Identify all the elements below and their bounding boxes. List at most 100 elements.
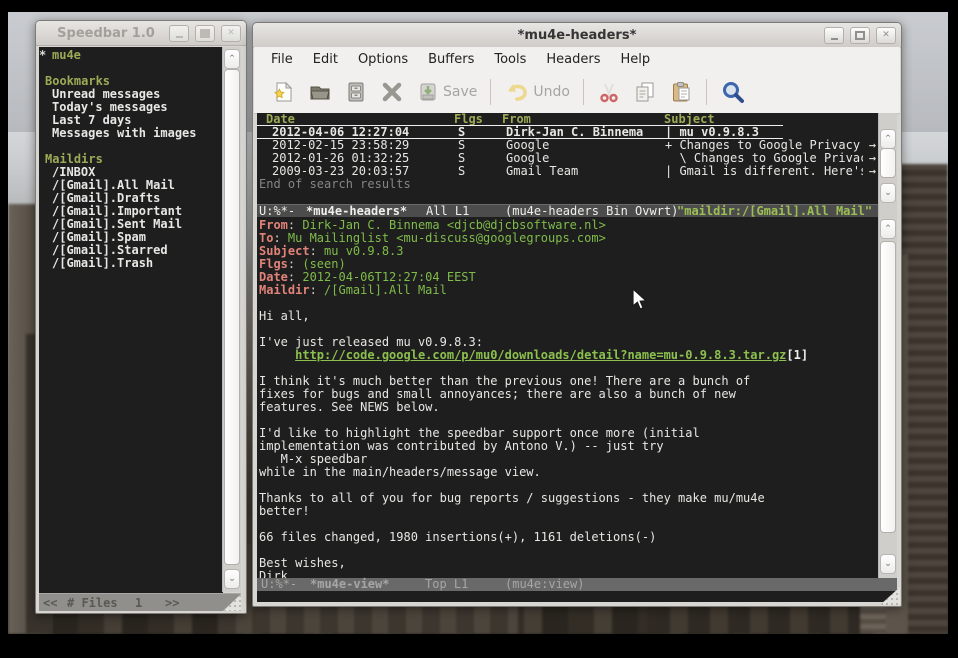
field-separator: : bbox=[310, 283, 324, 297]
speedbar-titlebar[interactable]: Speedbar 1.0 ✕ bbox=[36, 21, 246, 46]
echo-area bbox=[257, 591, 897, 602]
toolbar-separator bbox=[490, 79, 491, 105]
cell-subject: + Changes to Google Privacy bbox=[665, 139, 863, 152]
mu4e-window-title: *mu4e-headers* bbox=[253, 28, 901, 43]
body-text: Best wishes, bbox=[259, 556, 346, 570]
cut-button[interactable] bbox=[591, 78, 627, 106]
mu4e-window: *mu4e-headers* ✕ FileEditOptionsBuffersT… bbox=[252, 22, 902, 607]
chevron-down-icon: ⌄ bbox=[884, 188, 892, 198]
headers-modeline: U:%*- *mu4e-headers* All L1 (mu4e-header… bbox=[257, 204, 879, 218]
clipboard-icon bbox=[669, 80, 693, 104]
speedbar-item[interactable]: Messages with images bbox=[39, 127, 223, 140]
field-value: Dirk-Jan C. Binnema <djcb@djcbsoftware.n… bbox=[302, 218, 605, 232]
modeline-status: U:%*- bbox=[261, 578, 297, 591]
speedbar-window-title: Speedbar 1.0 bbox=[36, 26, 176, 41]
body-text: better! bbox=[259, 504, 310, 518]
body-text: fixes for bugs and small annoyances; the… bbox=[259, 387, 736, 401]
speedbar-item[interactable]: /[Gmail].Trash bbox=[39, 257, 223, 270]
speedbar-root-mu4e[interactable]: mu4e* bbox=[39, 49, 223, 62]
scroll-up-button[interactable]: ⌃ bbox=[224, 49, 240, 69]
close-icon: ✕ bbox=[882, 31, 890, 40]
field-separator: : bbox=[288, 257, 302, 271]
field-separator: : bbox=[310, 244, 324, 258]
speedbar-root-marker: * bbox=[39, 49, 46, 62]
close-icon: ✕ bbox=[227, 29, 235, 38]
close-x-icon bbox=[380, 80, 404, 104]
desktop-screen: Speedbar 1.0 ✕ mu4e*BookmarksUnread mess… bbox=[0, 0, 958, 658]
message-body-line: 66 files changed, 1980 insertions(+), 11… bbox=[257, 531, 879, 544]
maximize-button[interactable] bbox=[195, 25, 215, 42]
message-scroll-up-button[interactable]: ⌃ bbox=[880, 219, 896, 239]
new-file-icon bbox=[272, 80, 296, 104]
field-value: mu v0.9.8.3 bbox=[324, 244, 403, 258]
new-message-button[interactable] bbox=[266, 78, 302, 106]
search-icon bbox=[720, 79, 746, 105]
message-header-field: Maildir: /[Gmail].All Mail bbox=[257, 284, 879, 297]
menu-edit[interactable]: Edit bbox=[304, 50, 347, 69]
message-body-line bbox=[257, 297, 879, 310]
speedbar-next-button[interactable]: >> bbox=[165, 596, 179, 610]
mouse-cursor bbox=[632, 288, 654, 312]
end-of-results-text: End of search results bbox=[257, 178, 879, 191]
headers-scroll-up-button[interactable]: ⌃ bbox=[880, 129, 896, 149]
cell-from: Gmail Team bbox=[506, 165, 578, 178]
message-scroll-down-button[interactable]: ⌄ bbox=[880, 554, 896, 574]
menu-headers[interactable]: Headers bbox=[537, 50, 609, 69]
body-text: implementation was contributed by Antono… bbox=[259, 439, 664, 453]
link-footnote-ref: [1] bbox=[786, 348, 808, 362]
mu4e-titlebar[interactable]: *mu4e-headers* ✕ bbox=[253, 23, 901, 48]
speedbar-prev-button[interactable]: << bbox=[43, 596, 57, 610]
body-text: I've just released mu v0.9.8.3: bbox=[259, 335, 483, 349]
menu-tools[interactable]: Tools bbox=[485, 50, 535, 69]
field-separator: : bbox=[273, 231, 287, 245]
minimize-icon bbox=[831, 38, 838, 40]
paste-button[interactable] bbox=[663, 78, 699, 106]
message-body-line: better! bbox=[257, 505, 879, 518]
field-label: Maildir bbox=[259, 283, 310, 297]
minimize-button[interactable] bbox=[824, 27, 844, 44]
message-scrollbar-thumb[interactable] bbox=[880, 241, 896, 533]
close-button[interactable]: ✕ bbox=[876, 27, 896, 44]
toolbar: Save Undo bbox=[254, 71, 900, 114]
blank-line bbox=[39, 270, 223, 283]
chevron-up-icon: ⌃ bbox=[228, 54, 236, 64]
menu-help[interactable]: Help bbox=[612, 50, 660, 69]
undo-button[interactable]: Undo bbox=[498, 78, 576, 106]
close-button[interactable]: ✕ bbox=[221, 25, 241, 42]
headers-scroll-down-button[interactable]: ⌄ bbox=[880, 183, 896, 203]
minimize-icon bbox=[176, 36, 183, 38]
message-body-line: Best wishes, bbox=[257, 557, 879, 570]
search-button[interactable] bbox=[714, 77, 752, 107]
cell-flags: S bbox=[458, 165, 465, 178]
undo-icon bbox=[504, 80, 530, 104]
download-link[interactable]: http://code.google.com/p/mu0/downloads/d… bbox=[295, 348, 786, 362]
field-value: /[Gmail].All Mail bbox=[324, 283, 447, 297]
field-value: 2012-04-06T12:27:04 EEST bbox=[302, 270, 475, 284]
undo-label: Undo bbox=[533, 84, 570, 100]
scrollbar-thumb[interactable] bbox=[224, 69, 240, 565]
menu-options[interactable]: Options bbox=[349, 50, 417, 69]
save-button[interactable]: Save bbox=[410, 78, 483, 106]
truncation-arrow-icon: → bbox=[869, 165, 876, 178]
menu-buffers[interactable]: Buffers bbox=[419, 50, 483, 69]
minimize-button[interactable] bbox=[169, 25, 189, 42]
copy-button[interactable] bbox=[627, 78, 663, 106]
menu-bar: FileEditOptionsBuffersToolsHeadersHelp bbox=[254, 47, 900, 72]
speedbar-statusbar: << # Files 1 >> bbox=[39, 593, 241, 611]
chevron-up-icon: ⌃ bbox=[884, 224, 892, 234]
speedbar-scrollbar[interactable]: ⌃ ⌄ bbox=[222, 47, 241, 592]
scroll-down-button[interactable]: ⌄ bbox=[224, 569, 240, 589]
message-header-field: Subject: mu v0.9.8.3 bbox=[257, 245, 879, 258]
headers-scrollbar-thumb[interactable] bbox=[880, 148, 896, 178]
resize-grip[interactable] bbox=[223, 594, 241, 611]
open-button[interactable] bbox=[302, 78, 338, 106]
field-value: Mu Mailinglist <mu-discuss@googlegroups.… bbox=[288, 231, 606, 245]
field-label: Subject bbox=[259, 244, 310, 258]
close-file-button[interactable] bbox=[374, 78, 410, 106]
toolbar-separator bbox=[706, 79, 707, 105]
maximize-button[interactable] bbox=[850, 27, 870, 44]
body-text: Thanks to all of you for bug reports / s… bbox=[259, 491, 765, 505]
menu-file[interactable]: File bbox=[262, 50, 302, 69]
save-as-button[interactable] bbox=[338, 78, 374, 106]
message-link-line: http://code.google.com/p/mu0/downloads/d… bbox=[257, 349, 879, 362]
